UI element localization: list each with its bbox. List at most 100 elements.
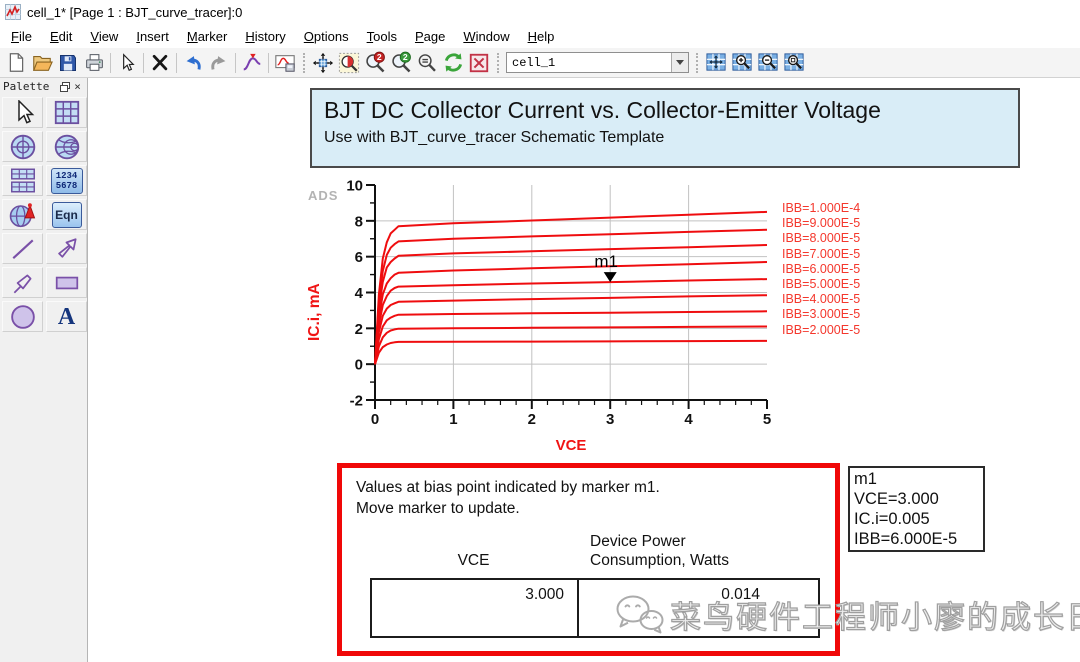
palette-tool-pointer[interactable]	[2, 97, 43, 128]
zoom-area-button[interactable]	[336, 50, 362, 76]
y-tick-label: 2	[355, 321, 363, 338]
palette-tool-antenna-plot[interactable]	[2, 199, 43, 230]
overlay-watermark: 菜鸟硬件工程师小廖的成长日记	[612, 590, 1080, 638]
grid-zoom-area-button[interactable]	[781, 50, 807, 76]
rectangle-icon	[55, 276, 78, 289]
export-plot-icon	[275, 54, 295, 72]
delete-x-icon	[152, 54, 168, 70]
open-folder-icon	[32, 55, 53, 71]
menu-tools[interactable]: Tools	[358, 26, 406, 47]
print-button[interactable]	[81, 50, 107, 76]
zoom-out-icon	[418, 53, 436, 72]
menu-file[interactable]: File	[2, 26, 41, 47]
antenna-plot-icon	[9, 202, 35, 227]
plot-subtitle: Use with BJT_curve_tracer Schematic Temp…	[324, 129, 665, 146]
palette-title: Palette	[3, 80, 50, 93]
polyline-arrow-icon	[13, 274, 31, 293]
toolbar-handle[interactable]	[696, 52, 698, 73]
palette-tool-smith-chart[interactable]	[46, 131, 87, 162]
x-tick-label: 2	[528, 411, 536, 428]
menu-view[interactable]: View	[81, 26, 127, 47]
menu-history[interactable]: History	[236, 26, 294, 47]
zoom-in-2x-button[interactable]: 2	[362, 50, 388, 76]
curve-IBB=3.000E-5[interactable]	[374, 325, 768, 365]
list-plot-label-top: 1234	[55, 170, 78, 181]
palette-close-button[interactable]: ×	[71, 80, 84, 93]
close-window-icon	[469, 53, 489, 72]
dropdown-arrow-icon[interactable]	[671, 53, 688, 72]
grid-zoom-out-button[interactable]	[755, 50, 781, 76]
insert-marker-icon	[243, 53, 261, 70]
cell-selector[interactable]: cell_1	[506, 52, 689, 73]
palette-tool-stacked-plot[interactable]	[2, 165, 43, 196]
pointer-icon	[123, 52, 135, 71]
toolbar: 2 2 cell_1	[0, 48, 1080, 78]
note-line-2: Move marker to update.	[356, 500, 520, 517]
y-tick-label: 8	[355, 213, 363, 230]
new-file-button[interactable]	[3, 50, 29, 76]
palette-tool-rectangle[interactable]	[46, 267, 87, 298]
pan-view-button[interactable]	[310, 50, 336, 76]
menu-page[interactable]: Page	[406, 26, 454, 47]
refresh-button[interactable]	[440, 50, 466, 76]
zoom-out-2x-button[interactable]: 2	[388, 50, 414, 76]
palette-tool-rectangular-plot[interactable]	[46, 97, 87, 128]
palette-tool-equation[interactable]: Eqn	[46, 199, 87, 230]
menu-insert[interactable]: Insert	[127, 26, 178, 47]
palette-tool-polar-plot[interactable]	[2, 131, 43, 162]
curve-IBB=2.000E-5[interactable]	[374, 339, 768, 365]
y-tick-label: 6	[355, 249, 363, 266]
save-button[interactable]	[55, 50, 81, 76]
palette-tool-arrow-shape[interactable]	[46, 233, 87, 264]
menu-marker[interactable]: Marker	[178, 26, 236, 47]
toolbar-handle[interactable]	[497, 52, 499, 73]
new-file-icon	[9, 53, 23, 72]
menu-options[interactable]: Options	[295, 26, 358, 47]
delete-button[interactable]	[147, 50, 173, 76]
palette-float-button[interactable]	[58, 80, 71, 93]
iv-curve-plot[interactable]: -2 0 2 4 6 8 10 0 1 2 3 4 5 m1	[335, 178, 785, 428]
legend-entry: IBB=6.000E-5	[782, 261, 861, 276]
palette-header: Palette ×	[0, 78, 87, 95]
curve-IBB=5.000E-5[interactable]	[374, 294, 768, 365]
toolbar-handle[interactable]	[303, 52, 305, 73]
marker-readout-line: m1	[854, 470, 877, 488]
marker-m1-label: m1	[594, 252, 618, 271]
undo-button[interactable]	[180, 50, 206, 76]
grid-zoom-in-icon	[731, 53, 752, 71]
line-icon	[12, 239, 33, 259]
y-tick-label: 10	[346, 178, 363, 195]
plot-title-box[interactable]: BJT DC Collector Current vs. Collector-E…	[310, 88, 1020, 168]
palette-tool-polyline-arrow[interactable]	[2, 267, 43, 298]
y-tick-label: 0	[355, 357, 363, 374]
open-file-button[interactable]	[29, 50, 55, 76]
toolbar-separator	[110, 52, 111, 73]
marker-readout-line: IC.i=0.005	[854, 510, 930, 528]
refresh-icon	[444, 53, 462, 72]
marker-readout-box[interactable]: m1 VCE=3.000 IC.i=0.005 IBB=6.000E-5	[848, 466, 985, 552]
marker-m1[interactable]	[603, 272, 617, 283]
menu-edit[interactable]: Edit	[41, 26, 81, 47]
y-axis-label: IC.i, mA	[306, 283, 323, 341]
polar-plot-icon	[10, 134, 35, 159]
grid-pan-button[interactable]	[703, 50, 729, 76]
palette-tool-text[interactable]: A	[46, 301, 87, 332]
print-icon	[85, 54, 103, 71]
redo-button[interactable]	[206, 50, 232, 76]
curve-IBB=4.000E-5[interactable]	[374, 310, 768, 365]
menu-bar: File Edit View Insert Marker History Options To…	[0, 24, 1080, 48]
menu-help[interactable]: Help	[519, 26, 564, 47]
curve-IBB=6.000E-5[interactable]	[374, 278, 768, 365]
list-plot-label-bottom: 5678	[55, 180, 78, 191]
palette-tool-line[interactable]	[2, 233, 43, 264]
select-pointer-button[interactable]	[114, 50, 140, 76]
x-tick-label: 4	[684, 411, 693, 428]
palette-tool-list-plot[interactable]: 1234 5678	[46, 165, 87, 196]
insert-marker-button[interactable]	[239, 50, 265, 76]
grid-zoom-in-button[interactable]	[729, 50, 755, 76]
palette-tool-circle[interactable]	[2, 301, 43, 332]
menu-window[interactable]: Window	[454, 26, 518, 47]
zoom-out-button[interactable]	[414, 50, 440, 76]
close-window-button[interactable]	[466, 50, 492, 76]
export-plot-button[interactable]	[272, 50, 298, 76]
